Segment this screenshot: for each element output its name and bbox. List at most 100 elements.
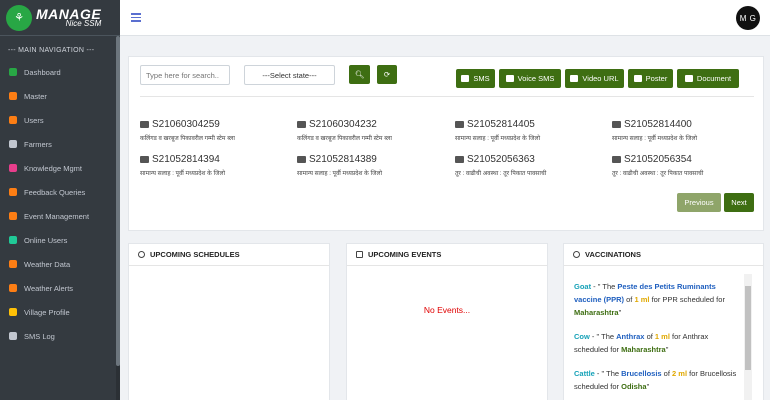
sidebar-item-village-profile[interactable]: Village Profile <box>0 300 120 324</box>
calendar-icon <box>9 212 17 220</box>
vaccination-text: " <box>646 382 650 391</box>
previous-button[interactable]: Previous <box>677 193 721 212</box>
menu-toggle-icon[interactable] <box>131 13 141 22</box>
refresh-button[interactable]: ⟳ <box>377 65 397 84</box>
message-item[interactable]: S21052814389 सामान्य सलाह : पूर्वी मध्यप्… <box>297 154 447 177</box>
message-text: सामान्य सलाह : पूर्वी मध्यप्रदेश के जिलो <box>455 136 541 142</box>
cloud-sun-icon <box>9 260 17 268</box>
message-item[interactable]: S21052056363 तूर : वाढीची अवस्था : तूर पि… <box>455 154 605 177</box>
vaccine-dose: 2 ml <box>672 369 688 378</box>
envelope-icon <box>612 121 621 128</box>
sidebar-item-users[interactable]: Users <box>0 108 120 132</box>
message-text: तूर : वाढीची अवस्था : तूर पिकात पावसाची <box>612 171 704 177</box>
message-item[interactable]: S21052814405 सामान्य सलाह : पूर्वी मध्यप्… <box>455 119 605 142</box>
vaccination-scrollbar-thumb[interactable] <box>745 286 751 370</box>
sidebar-item-farmers[interactable]: Farmers <box>0 132 120 156</box>
vaccine-dose: 1 ml <box>654 332 670 341</box>
sidebar-item-weather-alerts[interactable]: Weather Alerts <box>0 276 120 300</box>
next-button[interactable]: Next <box>724 193 754 212</box>
globe-icon <box>9 236 17 244</box>
sidebar-item-sms-log[interactable]: SMS Log <box>0 324 120 348</box>
video-comment-icon <box>570 75 579 82</box>
sidebar-item-label: Event Management <box>24 211 90 221</box>
vaccine-state: Odisha <box>621 382 647 391</box>
brand-emblem-icon: ⚘ <box>6 4 32 31</box>
sidebar-item-weather-data[interactable]: Weather Data <box>0 252 120 276</box>
sidebar-item-label: Feedback Queries <box>24 187 86 197</box>
message-item[interactable]: S21060304259 कलिंगड व खरबूज पिकावरील गम्म… <box>140 119 290 142</box>
sidebar-item-label: Dashboard <box>24 67 61 77</box>
animal-name: Cow <box>574 332 590 341</box>
sms-icon <box>9 332 17 340</box>
envelope-icon <box>612 156 621 163</box>
vaccination-list: Goat - " The Peste des Petits Ruminants … <box>574 280 739 400</box>
message-text: सामान्य सलाह : पूर्वी मध्यप्रदेश के जिलो <box>297 171 383 177</box>
sidebar-item-dashboard[interactable]: Dashboard <box>0 60 120 84</box>
vaccination-text: of <box>661 369 673 378</box>
divider <box>140 96 754 97</box>
sidebar-item-master[interactable]: Master <box>0 84 120 108</box>
events-title: UPCOMING EVENTS <box>368 250 442 259</box>
message-item[interactable]: S21052814400 सामान्य सलाह : पूर्वी मध्यप्… <box>612 119 762 142</box>
sidebar-item-label: SMS Log <box>24 331 55 341</box>
users-cog-icon <box>9 92 17 100</box>
message-item[interactable]: S21052814394 सामान्य सलाह : पूर्वी मध्यप्… <box>140 154 290 177</box>
sidebar-item-feedback-queries[interactable]: Feedback Queries <box>0 180 120 204</box>
search-icon: 🔍︎ <box>354 70 365 79</box>
state-select[interactable]: ---Select state--- <box>244 65 335 85</box>
file-icon <box>684 75 693 82</box>
sidebar-item-label: Knowledge Mgmt <box>24 163 82 173</box>
sidebar-item-label: Village Profile <box>24 307 70 317</box>
comment-icon <box>9 188 17 196</box>
message-text: तूर : वाढीची अवस्था : तूर पिकात पावसाची <box>455 171 547 177</box>
nav-header: --- MAIN NAVIGATION --- <box>8 47 95 54</box>
sidebar-item-event-management[interactable]: Event Management <box>0 204 120 228</box>
brand-logo[interactable]: ⚘ MANAGE Nice SSM <box>0 0 120 36</box>
animal-name: Goat <box>574 282 592 291</box>
message-item[interactable]: S21060304232 कलिंगड व खरबूज पिकावरील गम्म… <box>297 119 447 142</box>
sidebar-item-label: Weather Alerts <box>24 283 74 293</box>
sidebar-item-online-users[interactable]: Online Users <box>0 228 120 252</box>
video-url-button[interactable]: Video URL <box>565 69 624 88</box>
user-circle-icon <box>9 116 17 124</box>
message-id: S21052814389 <box>309 154 377 165</box>
vaccination-text: of <box>644 332 655 341</box>
sidebar-item-knowledge-mgmt[interactable]: Knowledge Mgmt <box>0 156 120 180</box>
vaccination-text: " <box>665 345 669 354</box>
message-item[interactable]: S21052056354 तूर : वाढीची अवस्था : तूर पि… <box>612 154 762 177</box>
vaccination-item: Cow - " The Anthrax of 1 ml for Anthrax … <box>574 330 739 356</box>
users-icon <box>505 75 514 82</box>
voice-sms-button[interactable]: Voice SMS <box>499 69 561 88</box>
search-input[interactable] <box>140 65 230 85</box>
sidebar-item-label: Users <box>24 115 44 125</box>
voice-sms-button-label: Voice SMS <box>517 74 555 83</box>
vaccine-name: Anthrax <box>616 332 645 341</box>
vaccination-text: - " The <box>594 369 622 378</box>
home-icon <box>9 68 17 76</box>
vaccinations-panel: VACCINATIONS Goat - " The Peste des Peti… <box>563 243 764 400</box>
sidebar-scrollbar-thumb[interactable] <box>116 36 120 366</box>
sidebar-item-label: Online Users <box>24 235 68 245</box>
document-button[interactable]: Document <box>677 69 739 88</box>
trophy-icon <box>356 251 363 258</box>
envelope-icon <box>461 75 470 82</box>
message-text: सामान्य सलाह : पूर्वी मध्यप्रदेश के जिलो <box>612 136 698 142</box>
vaccination-item: Goat - " The Peste des Petits Ruminants … <box>574 280 739 319</box>
message-id: S21060304232 <box>309 119 377 130</box>
refresh-icon: ⟳ <box>383 70 391 79</box>
tractor-icon <box>9 140 17 148</box>
sidebar: ⚘ MANAGE Nice SSM --- MAIN NAVIGATION --… <box>0 0 120 400</box>
poster-button[interactable]: Poster <box>628 69 673 88</box>
sms-button[interactable]: SMS <box>456 69 495 88</box>
message-text: सामान्य सलाह : पूर्वी मध्यप्रदेश के जिलो <box>140 171 226 177</box>
envelope-icon <box>140 156 149 163</box>
message-text: कलिंगड व खरबूज पिकावरील गम्मी स्टेम ब्ला <box>140 136 235 142</box>
user-avatar[interactable]: M G <box>736 6 760 30</box>
search-button[interactable]: 🔍︎ <box>349 65 370 84</box>
map-pin-icon <box>9 308 17 316</box>
vaccine-state: Maharashtra <box>621 345 666 354</box>
book-icon <box>9 164 17 172</box>
envelope-icon <box>297 156 306 163</box>
sidebar-item-label: Farmers <box>24 139 52 149</box>
poster-button-label: Poster <box>645 74 668 83</box>
